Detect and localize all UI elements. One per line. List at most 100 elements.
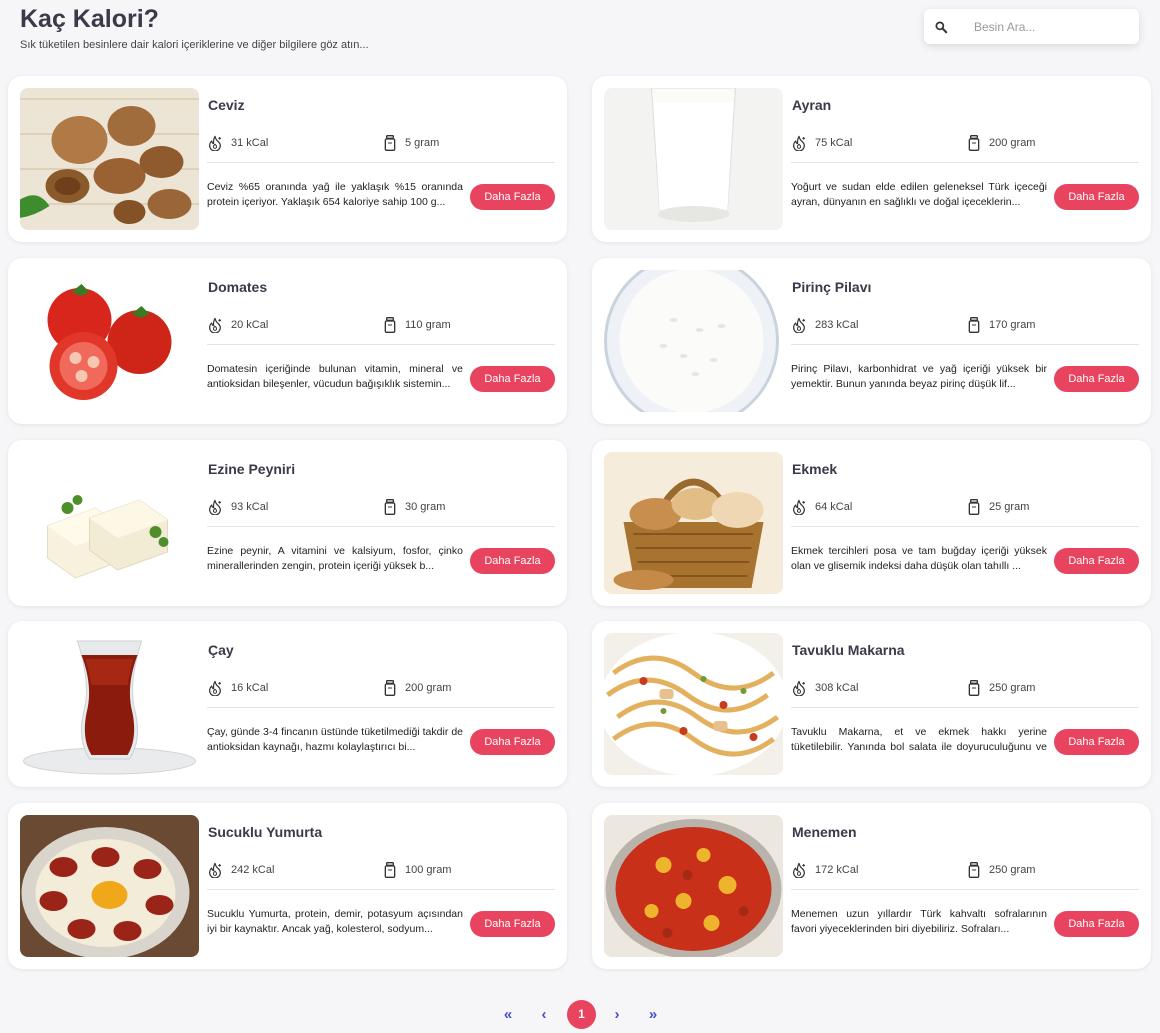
food-kcal: 20 kCal xyxy=(207,317,268,333)
jar-icon xyxy=(384,680,396,696)
flame-icon xyxy=(793,862,805,878)
more-button[interactable]: Daha Fazla xyxy=(470,366,555,392)
food-image xyxy=(20,815,199,957)
more-button[interactable]: Daha Fazla xyxy=(1054,729,1139,755)
food-info: Domates 20 kCal 110 gram Domatesin içeriğin… xyxy=(207,258,555,424)
food-portion: 5 gram xyxy=(383,135,439,151)
more-button[interactable]: Daha Fazla xyxy=(1054,911,1139,937)
gram-value: 100 gram xyxy=(405,864,452,876)
food-image xyxy=(604,270,783,412)
divider xyxy=(207,344,555,345)
food-name: Menemen xyxy=(792,824,857,840)
pagination: « ‹ 1 › » xyxy=(495,1000,666,1029)
flame-icon xyxy=(793,317,805,333)
gram-value: 250 gram xyxy=(989,864,1036,876)
jar-icon xyxy=(968,499,980,515)
search-input[interactable] xyxy=(974,19,1124,34)
flame-icon xyxy=(793,499,805,515)
flame-icon xyxy=(793,135,805,151)
jar-icon xyxy=(968,317,980,333)
divider xyxy=(207,526,555,527)
divider xyxy=(791,889,1139,890)
page-1-button[interactable]: 1 xyxy=(567,1000,596,1029)
food-description: Tavuklu Makarna, et ve ekmek hakkı yerin… xyxy=(791,726,1047,753)
page-header: Kaç Kalori? Sık tüketilen besinlere dair… xyxy=(20,4,369,51)
food-portion: 25 gram xyxy=(967,499,1029,515)
food-image xyxy=(20,88,199,230)
food-name: Domates xyxy=(208,279,268,295)
kcal-value: 242 kCal xyxy=(231,864,275,876)
flame-icon xyxy=(209,862,221,878)
food-image xyxy=(20,633,199,775)
gram-value: 110 gram xyxy=(405,319,451,331)
gram-value: 250 gram xyxy=(989,682,1036,694)
food-image xyxy=(604,452,783,594)
food-card: Ekmek 64 kCal 25 gram Ekmek tercihleri posa… xyxy=(592,440,1151,606)
food-portion: 170 gram xyxy=(967,317,1035,333)
food-info: Ekmek 64 kCal 25 gram Ekmek tercihleri posa… xyxy=(791,440,1139,606)
flame-icon xyxy=(209,317,221,333)
kcal-value: 172 kCal xyxy=(815,864,859,876)
first-page-button[interactable]: « xyxy=(495,1006,521,1023)
more-button[interactable]: Daha Fazla xyxy=(470,548,555,574)
food-description: Domatesin içeriğinde bulunan vitamin, mi… xyxy=(207,363,463,390)
kcal-value: 31 kCal xyxy=(231,137,269,149)
food-image xyxy=(604,88,783,230)
flame-icon xyxy=(209,135,221,151)
food-info: Çay 16 kCal 200 gram Çay, günde 3-4 fincanı… xyxy=(207,621,555,787)
next-page-button[interactable]: › xyxy=(604,1006,630,1023)
kcal-value: 64 kCal xyxy=(815,501,853,513)
divider xyxy=(791,344,1139,345)
food-name: Ayran xyxy=(792,97,832,113)
food-portion: 100 gram xyxy=(383,862,451,878)
food-info: Ezine Peyniri 93 kCal 30 gram Ezine peynir,… xyxy=(207,440,555,606)
search-box[interactable] xyxy=(924,9,1139,44)
jar-icon xyxy=(968,680,980,696)
more-button[interactable]: Daha Fazla xyxy=(1054,184,1139,210)
gram-value: 25 gram xyxy=(989,501,1030,513)
food-description: Ceviz %65 oranında yağ ile yaklaşık %15 … xyxy=(207,181,463,208)
more-button[interactable]: Daha Fazla xyxy=(470,184,555,210)
food-kcal: 242 kCal xyxy=(207,862,274,878)
more-button[interactable]: Daha Fazla xyxy=(470,729,555,755)
food-info: Menemen 172 kCal 250 gram Menemen uzun yıll… xyxy=(791,803,1139,969)
food-kcal: 31 kCal xyxy=(207,135,268,151)
page-title: Kaç Kalori? xyxy=(20,5,159,33)
jar-icon xyxy=(384,499,396,515)
search-icon xyxy=(935,20,948,33)
food-card: Ayran 75 kCal 200 gram Yoğurt ve sudan elde… xyxy=(592,76,1151,242)
divider xyxy=(207,707,555,708)
food-kcal: 64 kCal xyxy=(791,499,852,515)
jar-icon xyxy=(968,862,980,878)
food-portion: 200 gram xyxy=(967,135,1035,151)
food-card: Tavuklu Makarna 308 kCal 250 gram Tavuklu M… xyxy=(592,621,1151,787)
gram-value: 200 gram xyxy=(405,682,452,694)
food-description: Sucuklu Yumurta, protein, demir, potasyu… xyxy=(207,908,463,935)
more-button[interactable]: Daha Fazla xyxy=(470,911,555,937)
page-subtitle: Sık tüketilen besinlere dair kalori içer… xyxy=(20,39,369,51)
more-button[interactable]: Daha Fazla xyxy=(1054,366,1139,392)
food-info: Ayran 75 kCal 200 gram Yoğurt ve sudan elde… xyxy=(791,76,1139,242)
prev-page-button[interactable]: ‹ xyxy=(531,1006,557,1023)
food-kcal: 75 kCal xyxy=(791,135,852,151)
last-page-button[interactable]: » xyxy=(640,1006,666,1023)
divider xyxy=(207,889,555,890)
kcal-value: 308 kCal xyxy=(815,682,859,694)
food-image xyxy=(20,270,199,412)
food-name: Ekmek xyxy=(792,461,838,477)
more-button[interactable]: Daha Fazla xyxy=(1054,548,1139,574)
food-description: Ekmek tercihleri posa ve tam buğday içer… xyxy=(791,545,1047,572)
food-card: Ezine Peyniri 93 kCal 30 gram Ezine peynir,… xyxy=(8,440,567,606)
food-portion: 30 gram xyxy=(383,499,445,515)
food-info: Pirinç Pilavı 283 kCal 170 gram Pirinç Pila… xyxy=(791,258,1139,424)
food-info: Sucuklu Yumurta 242 kCal 100 gram Sucuklu Y… xyxy=(207,803,555,969)
food-kcal: 172 kCal xyxy=(791,862,858,878)
divider xyxy=(791,707,1139,708)
food-kcal: 283 kCal xyxy=(791,317,858,333)
jar-icon xyxy=(384,317,396,333)
food-description: Ezine peynir, A vitamini ve kalsiyum, fo… xyxy=(207,545,463,572)
food-kcal: 93 kCal xyxy=(207,499,268,515)
food-card: Çay 16 kCal 200 gram Çay, günde 3-4 fincanı… xyxy=(8,621,567,787)
food-card: Pirinç Pilavı 283 kCal 170 gram Pirinç Pila… xyxy=(592,258,1151,424)
food-card: Sucuklu Yumurta 242 kCal 100 gram Sucuklu Y… xyxy=(8,803,567,969)
